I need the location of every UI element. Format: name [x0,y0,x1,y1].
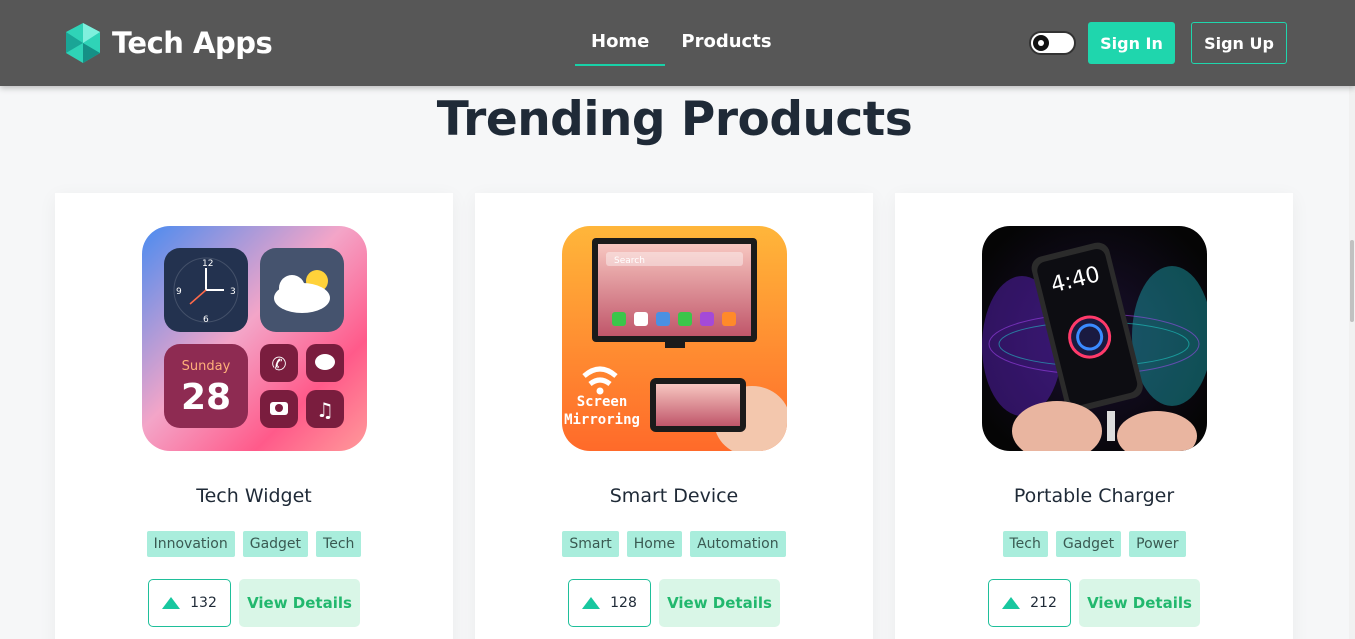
upvote-button[interactable]: 212 [988,579,1071,627]
svg-text:✆: ✆ [271,354,286,375]
product-title[interactable]: Portable Charger [895,485,1293,507]
svg-text:♫: ♫ [316,398,334,422]
charger-app-icon[interactable]: 4:40 [982,226,1207,451]
scrollbar-thumb[interactable] [1350,240,1354,322]
section-title: Trending Products [436,92,913,147]
tag[interactable]: Automation [690,531,786,557]
sign-up-button[interactable]: Sign Up [1191,22,1287,64]
upvote-button[interactable]: 128 [568,579,651,627]
upvote-triangle-icon [582,597,601,609]
screen-mirroring-app-icon[interactable]: Search Screen Mirroring [562,226,787,451]
card-actions: 212 View Details [895,579,1293,627]
vote-count: 132 [190,595,217,611]
mirror-search-text: Search [614,256,645,266]
product-card: 12 3 6 9 Sunday 28 ✆ ♫ Tech Widget Innov… [55,193,453,639]
product-title[interactable]: Tech Widget [55,485,453,507]
svg-text:12: 12 [202,259,213,269]
product-title[interactable]: Smart Device [475,485,873,507]
brand-name: Tech Apps [112,26,273,60]
view-details-button[interactable]: View Details [1079,579,1200,627]
brand[interactable]: Tech Apps [64,22,273,64]
logo-icon [66,23,100,63]
upvote-triangle-icon [1002,597,1021,609]
sign-in-button[interactable]: Sign In [1088,22,1175,64]
tag[interactable]: Innovation [146,531,235,557]
svg-text:6: 6 [203,315,209,325]
card-actions: 132 View Details [55,579,453,627]
mirror-label-1: Screen [577,394,628,410]
vote-count: 212 [1030,595,1057,611]
theme-toggle[interactable] [1029,31,1076,55]
view-details-button[interactable]: View Details [659,579,780,627]
view-details-button[interactable]: View Details [239,579,360,627]
tag[interactable]: Tech [316,531,362,557]
navbar: Tech Apps Home Products Sign In Sign Up [0,0,1355,86]
product-card: 4:40 Portable Charger Tech Gadget Power … [895,193,1293,639]
tag[interactable]: Power [1129,531,1186,557]
card-actions: 128 View Details [475,579,873,627]
mirror-label-2: Mirroring [564,412,640,428]
nav-link-products[interactable]: Products [665,0,787,66]
scrollbar[interactable] [1349,0,1355,639]
vote-count: 128 [610,595,637,611]
widget-app-icon[interactable]: 12 3 6 9 Sunday 28 ✆ ♫ [142,226,367,451]
upvote-button[interactable]: 132 [148,579,231,627]
tag[interactable]: Home [626,531,683,557]
tag-list: Smart Home Automation [475,531,873,557]
sun-icon [1033,35,1049,51]
product-card: Search Screen Mirroring Smart Device Sma… [475,193,873,639]
widget-day-text: Sunday [182,359,231,374]
widget-date-text: 28 [181,377,231,418]
svg-text:3: 3 [230,287,236,297]
tag-list: Innovation Gadget Tech [55,531,453,557]
svg-text:9: 9 [176,287,182,297]
tag[interactable]: Smart [562,531,619,557]
nav-link-home[interactable]: Home [575,0,666,66]
tag-list: Tech Gadget Power [895,531,1293,557]
upvote-triangle-icon [162,597,181,609]
tag[interactable]: Gadget [242,531,309,557]
tag[interactable]: Gadget [1055,531,1122,557]
tag[interactable]: Tech [1002,531,1048,557]
nav-links: Home Products [575,0,788,86]
